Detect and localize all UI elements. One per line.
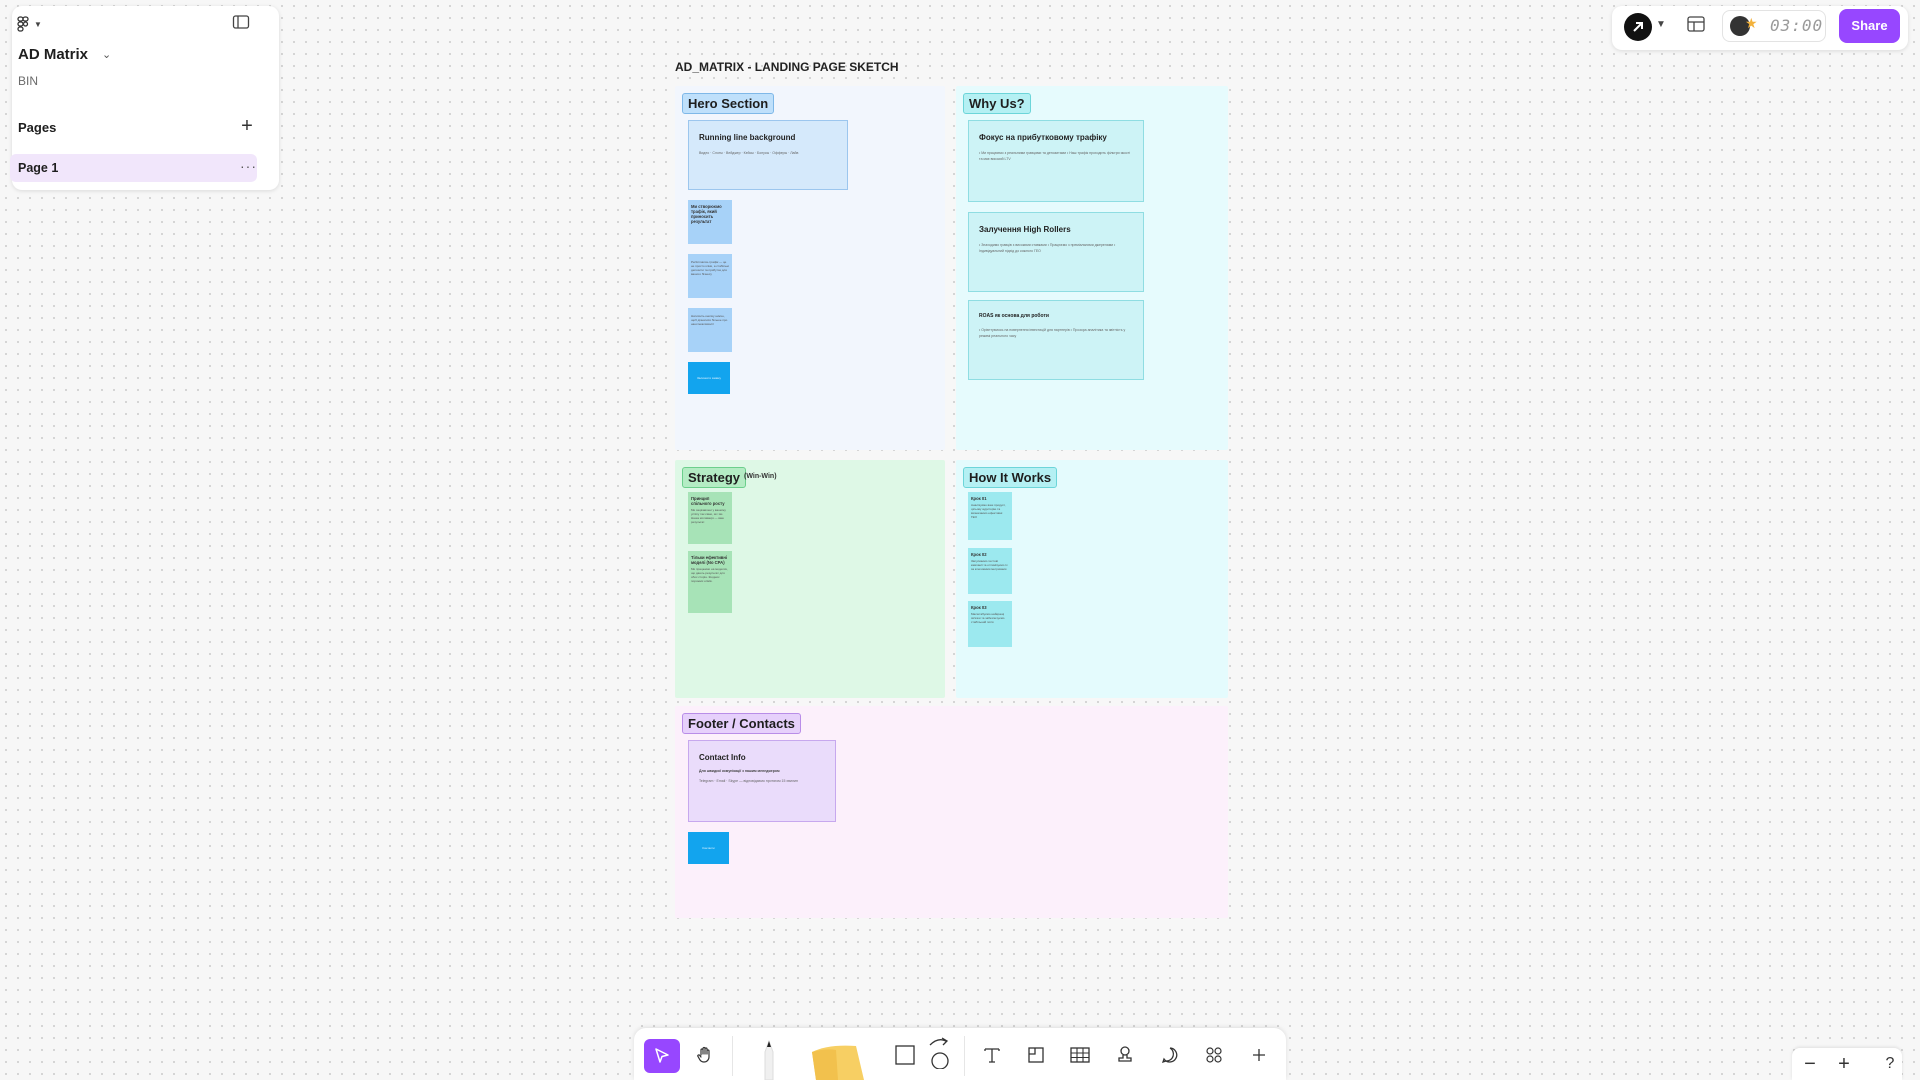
sticky-note[interactable]: Ми створюємо трафік, який приносить резу… <box>688 200 732 244</box>
team-name: BIN <box>18 74 39 88</box>
zoom-in-button[interactable]: + <box>1832 1052 1856 1076</box>
sticky-title: Принцип спільного росту <box>691 496 725 506</box>
star-icon: ★ <box>1745 15 1758 31</box>
card-title: ROAS як основа для роботи <box>979 313 1049 319</box>
sticky-note-icon[interactable] <box>808 1040 868 1080</box>
add-page-button[interactable]: + <box>236 116 258 138</box>
sticky-title: Крок 02 <box>971 552 987 557</box>
zoom-out-button[interactable]: − <box>1798 1052 1822 1076</box>
layout-icon[interactable] <box>1686 15 1708 37</box>
arrow-up-right-icon <box>1633 22 1643 32</box>
why-card[interactable]: ROAS як основа для роботи • Орієнтуємось… <box>968 300 1144 380</box>
board-title: AD_MATRIX - LANDING PAGE SKETCH <box>675 60 899 74</box>
table-icon[interactable] <box>1065 1040 1095 1070</box>
sticky-title: Крок 01 <box>971 496 987 501</box>
main-menu-button[interactable]: ▼ <box>16 12 56 36</box>
section-label-how-it-works[interactable]: How It Works <box>963 467 1058 488</box>
hero-card[interactable]: Running line background Видео · Слоты · … <box>688 120 848 190</box>
plus-icon: + <box>241 115 253 137</box>
card-title: Running line background <box>699 133 796 142</box>
sticky-title: Тільки ефективні моделі (No CPA) <box>691 555 728 565</box>
sticky-body: Ми зацікавлені у вашому успіху так само,… <box>691 508 726 524</box>
card-body: • Ми працюємо з реальними гравцями та де… <box>979 151 1131 161</box>
chevron-down-icon[interactable]: ▼ <box>1656 19 1666 30</box>
section-label-footer[interactable]: Footer / Contacts <box>682 713 801 734</box>
card-body: Видео · Слоты · Вейджер · Кейсы · Бонусы… <box>699 151 799 155</box>
card-subtitle: Для швидкої комунікації з нашим менеджер… <box>699 769 780 773</box>
sticky-note[interactable]: Performance-трафік — це не просто кліки,… <box>688 254 732 298</box>
card-title: Фокус на прибутковому трафіку <box>979 133 1107 142</box>
sticky-body: Масштабуємо найкращі зв'язки та забезпеч… <box>971 612 1005 624</box>
sidebar-toggle-icon[interactable] <box>232 14 252 34</box>
card-body: • Орієнтуємось на повернення інвестицій … <box>979 328 1126 338</box>
section-label-strategy[interactable]: Strategy <box>682 467 747 488</box>
sticky-body: Контакти <box>702 846 715 850</box>
file-name: AD Matrix <box>18 46 89 63</box>
toolbar-divider <box>964 1036 965 1076</box>
rectangle-icon[interactable] <box>890 1040 920 1070</box>
sticky-body: Натисніть кнопку нижче, щоб дізнатися бі… <box>691 314 728 326</box>
comment-icon[interactable] <box>1155 1040 1185 1070</box>
share-button[interactable]: Share <box>1839 9 1900 43</box>
sticky-note[interactable]: Тільки ефективні моделі (No CPA) Ми прац… <box>688 551 732 613</box>
avatar[interactable] <box>1624 13 1652 41</box>
sticky-note[interactable]: Крок 01 Аналізуємо ваш продукт, цільову … <box>968 492 1012 540</box>
section-label-hero[interactable]: Hero Section <box>682 93 775 114</box>
stamp-icon[interactable] <box>1110 1040 1140 1070</box>
sticky-title: Ми створюємо трафік, який приносить резу… <box>691 204 722 224</box>
widgets-icon[interactable] <box>1199 1040 1229 1070</box>
more-horizontal-icon[interactable]: ··· <box>240 158 257 174</box>
plus-icon[interactable] <box>1244 1040 1274 1070</box>
pages-heading: Pages <box>18 120 57 135</box>
sticky-note[interactable]: Принцип спільного росту Ми зацікавлені у… <box>688 492 732 544</box>
chevron-down-icon: ⌄ <box>102 49 112 61</box>
contact-card[interactable]: Contact Info Для швидкої комунікації з н… <box>688 740 836 822</box>
sticky-body: Запускаємо тестові кампанії та оптимізує… <box>971 559 1008 571</box>
figma-logo-icon <box>16 16 30 32</box>
card-title: Залучення High Rollers <box>979 225 1071 234</box>
pencil-icon[interactable] <box>754 1040 784 1080</box>
chevron-down-icon: ▼ <box>34 19 42 29</box>
sticky-note[interactable]: Крок 02 Запускаємо тестові кампанії та о… <box>968 548 1012 594</box>
sticky-body: Аналізуємо ваш продукт, цільову аудиторі… <box>971 503 1006 519</box>
contact-button-sticky[interactable]: Контакти <box>688 832 729 864</box>
sticky-body: Залишити заявку <box>697 376 721 380</box>
cta-sticky[interactable]: Залишити заявку <box>688 362 730 394</box>
timer-display: 03:00 <box>1770 16 1824 35</box>
help-button[interactable]: ? <box>1880 1052 1900 1076</box>
sticky-title: Крок 03 <box>971 605 987 610</box>
arrow-icon[interactable] <box>924 1036 954 1069</box>
sticky-note[interactable]: Крок 03 Масштабуємо найкращі зв'язки та … <box>968 601 1012 647</box>
card-body: • Знаходимо гравців з високими ставками … <box>979 243 1116 253</box>
sticky-body: Performance-трафік — це не просто кліки,… <box>691 260 729 276</box>
text-icon[interactable] <box>977 1040 1007 1070</box>
card-body: Telegram · Email · Skype — відповідаємо … <box>699 779 798 783</box>
card-title: Contact Info <box>699 753 746 762</box>
why-card[interactable]: Залучення High Rollers • Знаходимо гравц… <box>968 212 1144 292</box>
cursor-icon[interactable] <box>644 1039 680 1073</box>
page-item-page-1[interactable]: Page 1 <box>10 154 257 182</box>
sticky-note[interactable]: Натисніть кнопку нижче, щоб дізнатися бі… <box>688 308 732 352</box>
hand-icon[interactable] <box>690 1040 720 1070</box>
toolbar-divider <box>732 1036 733 1076</box>
section-icon[interactable] <box>1021 1040 1051 1070</box>
section-label-why-us[interactable]: Why Us? <box>963 93 1031 114</box>
sticky-body: Ми працюємо на моделях, що дають результ… <box>691 567 728 583</box>
why-card[interactable]: Фокус на прибутковому трафіку • Ми працю… <box>968 120 1144 202</box>
page-label: Page 1 <box>18 161 59 175</box>
strategy-subtitle: (Win-Win) <box>744 473 777 480</box>
file-name-button[interactable]: AD Matrix ⌄ <box>18 46 111 63</box>
